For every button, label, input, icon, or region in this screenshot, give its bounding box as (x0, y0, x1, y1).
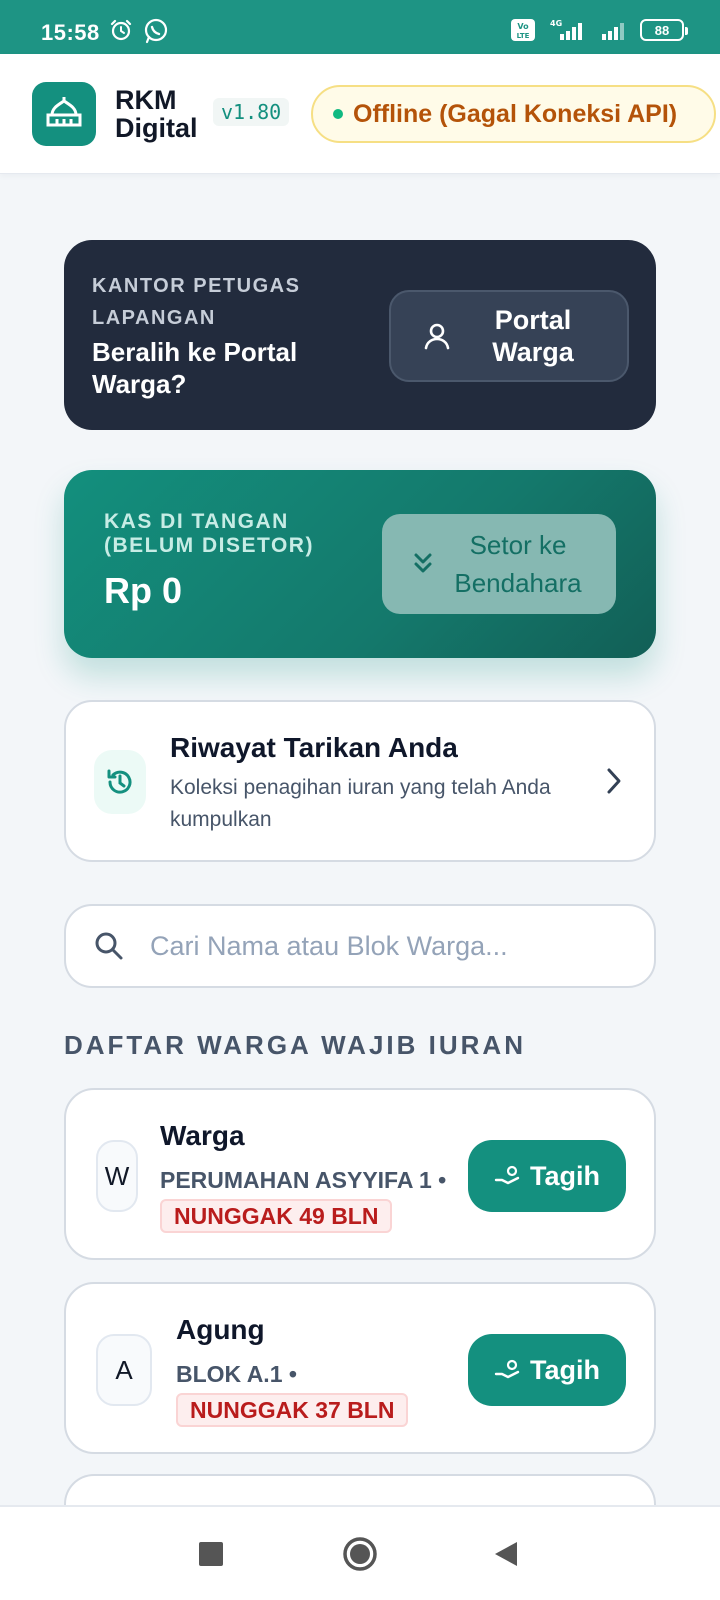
status-bar: 15:58 Vo LTE 4G 88 (0, 0, 720, 54)
mosque-logo-icon (32, 82, 96, 146)
chevrons-down-icon (414, 553, 432, 573)
hand-coins-icon (494, 1165, 520, 1185)
arrears-badge: NUNGGAK 37 BLN (176, 1393, 409, 1427)
search-input[interactable] (148, 929, 618, 963)
app-name: RKM Digital (115, 85, 198, 143)
resident-name: Agung (176, 1314, 265, 1345)
arrears-badge: NUNGGAK 49 BLN (160, 1199, 393, 1233)
svg-text:4G: 4G (550, 19, 562, 28)
cash-on-hand-card: KAS DI TANGAN (BELUM DISETOR) Rp 0 Setor… (64, 470, 656, 658)
home-button-icon[interactable] (342, 1536, 378, 1572)
clock: 15:58 (41, 20, 100, 45)
portal-card-title: Beralih ke Portal Warga? (92, 337, 298, 399)
connection-status-badge: Offline (Gagal Koneksi API) (311, 85, 716, 143)
cash-amount: Rp 0 (104, 570, 183, 611)
resident-list-title: DAFTAR WARGA WAJIB IURAN (64, 1030, 526, 1060)
search-box (64, 904, 656, 988)
resident-block: BLOK A.1 • (176, 1361, 297, 1387)
avatar: W (96, 1140, 138, 1212)
alarm-icon (110, 19, 132, 41)
chevron-right-icon (607, 768, 621, 794)
user-icon (424, 323, 450, 350)
deposit-to-treasurer-button[interactable]: Setor ke Bendahara (382, 514, 616, 614)
resident-name: Warga (160, 1120, 245, 1151)
collect-button[interactable]: Tagih (468, 1140, 626, 1212)
avatar: A (96, 1334, 152, 1406)
history-description: Koleksi penagihan iuran yang telah Anda … (170, 776, 551, 831)
signal-icon (602, 23, 624, 40)
system-nav-bar (0, 1505, 720, 1600)
cash-label: KAS DI TANGAN (BELUM DISETOR) (104, 510, 314, 557)
collect-button[interactable]: Tagih (468, 1334, 626, 1406)
portal-card-label: KANTOR PETUGAS LAPANGAN (92, 275, 301, 329)
resident-card: W Warga PERUMAHAN ASYYIFA 1 • NUNGGAK 49… (64, 1088, 656, 1260)
resident-meta: BLOK A.1 • NUNGGAK 37 BLN (176, 1356, 446, 1428)
resident-block: PERUMAHAN ASYYIFA 1 • (160, 1167, 447, 1193)
volte-icon: Vo LTE (511, 19, 535, 41)
search-icon (95, 932, 123, 960)
resident-meta: PERUMAHAN ASYYIFA 1 • NUNGGAK 49 BLN (160, 1162, 460, 1234)
hand-coins-icon (494, 1359, 520, 1379)
app-header: RKM Digital v1.80 Offline (Gagal Koneksi… (0, 54, 720, 174)
history-icon (94, 750, 146, 814)
status-dot-icon (333, 109, 343, 119)
recents-button-icon[interactable] (198, 1541, 224, 1567)
version-badge: v1.80 (213, 98, 290, 126)
battery-icon: 88 (640, 19, 688, 41)
signal-4g-icon: 4G (550, 19, 582, 40)
collection-history-card[interactable]: Riwayat Tarikan Anda Koleksi penagihan i… (64, 700, 656, 862)
history-title: Riwayat Tarikan Anda (170, 732, 458, 763)
svg-text:Vo: Vo (517, 22, 529, 31)
whatsapp-icon (144, 18, 168, 44)
svg-text:LTE: LTE (517, 32, 530, 40)
portal-warga-button[interactable]: Portal Warga (389, 290, 629, 382)
resident-card: A Agung BLOK A.1 • NUNGGAK 37 BLN Tagih (64, 1282, 656, 1454)
portal-switch-card: KANTOR PETUGAS LAPANGAN Beralih ke Porta… (64, 240, 656, 430)
back-button-icon[interactable] (493, 1540, 519, 1568)
